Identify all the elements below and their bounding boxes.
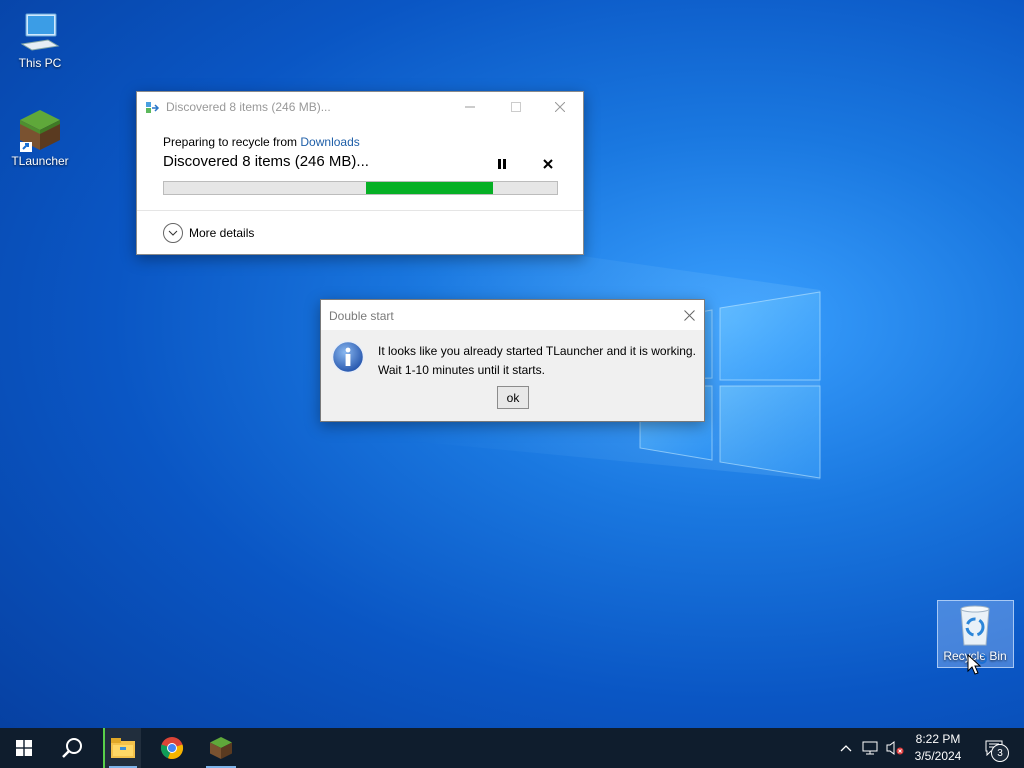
recycle-source-line: Preparing to recycle from Downloads — [163, 135, 360, 149]
minecraft-grass-block-icon — [20, 110, 60, 152]
start-icon — [16, 740, 32, 756]
clock-time: 8:22 PM — [915, 732, 961, 746]
start-button[interactable] — [0, 728, 48, 768]
mouse-cursor-icon — [967, 654, 987, 675]
dialog-close-button[interactable] — [680, 306, 698, 324]
computer-icon — [20, 13, 60, 51]
divider — [137, 210, 583, 211]
more-details-label: More details — [189, 226, 255, 240]
desktop-icon-this-pc[interactable]: This PC — [2, 10, 78, 70]
file-move-icon — [146, 102, 160, 113]
action-center-button[interactable]: 3 — [978, 728, 1010, 768]
minimize-icon — [465, 106, 475, 107]
recycle-progress-window[interactable]: Discovered 8 items (246 MB)... Preparing… — [136, 91, 584, 255]
maximize-icon — [511, 101, 521, 112]
window-title: Discovered 8 items (246 MB)... — [166, 100, 331, 114]
dialog-title: Double start — [329, 309, 394, 323]
pause-icon — [498, 159, 506, 169]
close-button[interactable] — [537, 92, 583, 121]
chevron-down-icon — [163, 223, 183, 243]
cancel-button[interactable] — [539, 155, 557, 173]
taskbar-file-explorer[interactable] — [105, 728, 141, 768]
minecraft-icon — [210, 737, 232, 759]
volume-button[interactable] — [884, 728, 906, 768]
taskbar: 8:22 PM 3/5/2024 3 — [0, 728, 1024, 768]
info-icon — [331, 340, 365, 374]
search-button[interactable] — [48, 728, 96, 768]
maximize-button[interactable] — [493, 92, 539, 121]
notification-count-badge: 3 — [991, 744, 1009, 762]
more-details-toggle[interactable]: More details — [163, 223, 254, 243]
downloads-link[interactable]: Downloads — [300, 135, 359, 149]
dialog-message-line: Wait 1-10 minutes until it starts. — [378, 363, 545, 377]
recycle-bin-icon — [960, 605, 990, 646]
cancel-icon — [543, 159, 553, 169]
pause-button[interactable] — [493, 155, 511, 173]
clock-date: 3/5/2024 — [914, 749, 962, 763]
volume-muted-icon — [886, 741, 904, 755]
desktop-icon-tlauncher[interactable]: TLauncher — [2, 108, 78, 168]
progress-fill — [366, 182, 494, 194]
dialog-message: It looks like you already started TLaunc… — [378, 342, 696, 380]
search-icon — [62, 738, 82, 758]
chevron-up-icon — [840, 745, 852, 752]
window-titlebar[interactable]: Discovered 8 items (246 MB)... — [137, 92, 583, 121]
network-status-button[interactable] — [860, 728, 882, 768]
taskbar-tlauncher[interactable] — [202, 728, 240, 768]
desktop-icon-label: TLauncher — [11, 154, 69, 168]
file-explorer-icon — [111, 738, 135, 758]
show-hidden-icons-button[interactable] — [836, 728, 856, 768]
double-start-dialog[interactable]: Double start It looks like you already s… — [320, 299, 705, 422]
recycle-source-prefix: Preparing to recycle from — [163, 135, 301, 149]
close-icon — [555, 101, 565, 112]
dialog-titlebar[interactable]: Double start — [321, 300, 704, 330]
recycle-status: Discovered 8 items (246 MB)... — [163, 153, 369, 170]
chrome-icon — [160, 737, 184, 759]
minimize-button[interactable] — [447, 92, 493, 121]
taskbar-clock[interactable]: 8:22 PM 3/5/2024 — [905, 731, 971, 765]
close-icon — [683, 309, 695, 321]
network-icon — [862, 741, 878, 755]
taskbar-chrome[interactable] — [153, 728, 191, 768]
dialog-message-line: It looks like you already started TLaunc… — [378, 344, 696, 358]
desktop-icon-label: This PC — [18, 56, 62, 70]
ok-button[interactable]: ok — [497, 386, 529, 409]
recycle-progress-bar — [163, 181, 558, 195]
